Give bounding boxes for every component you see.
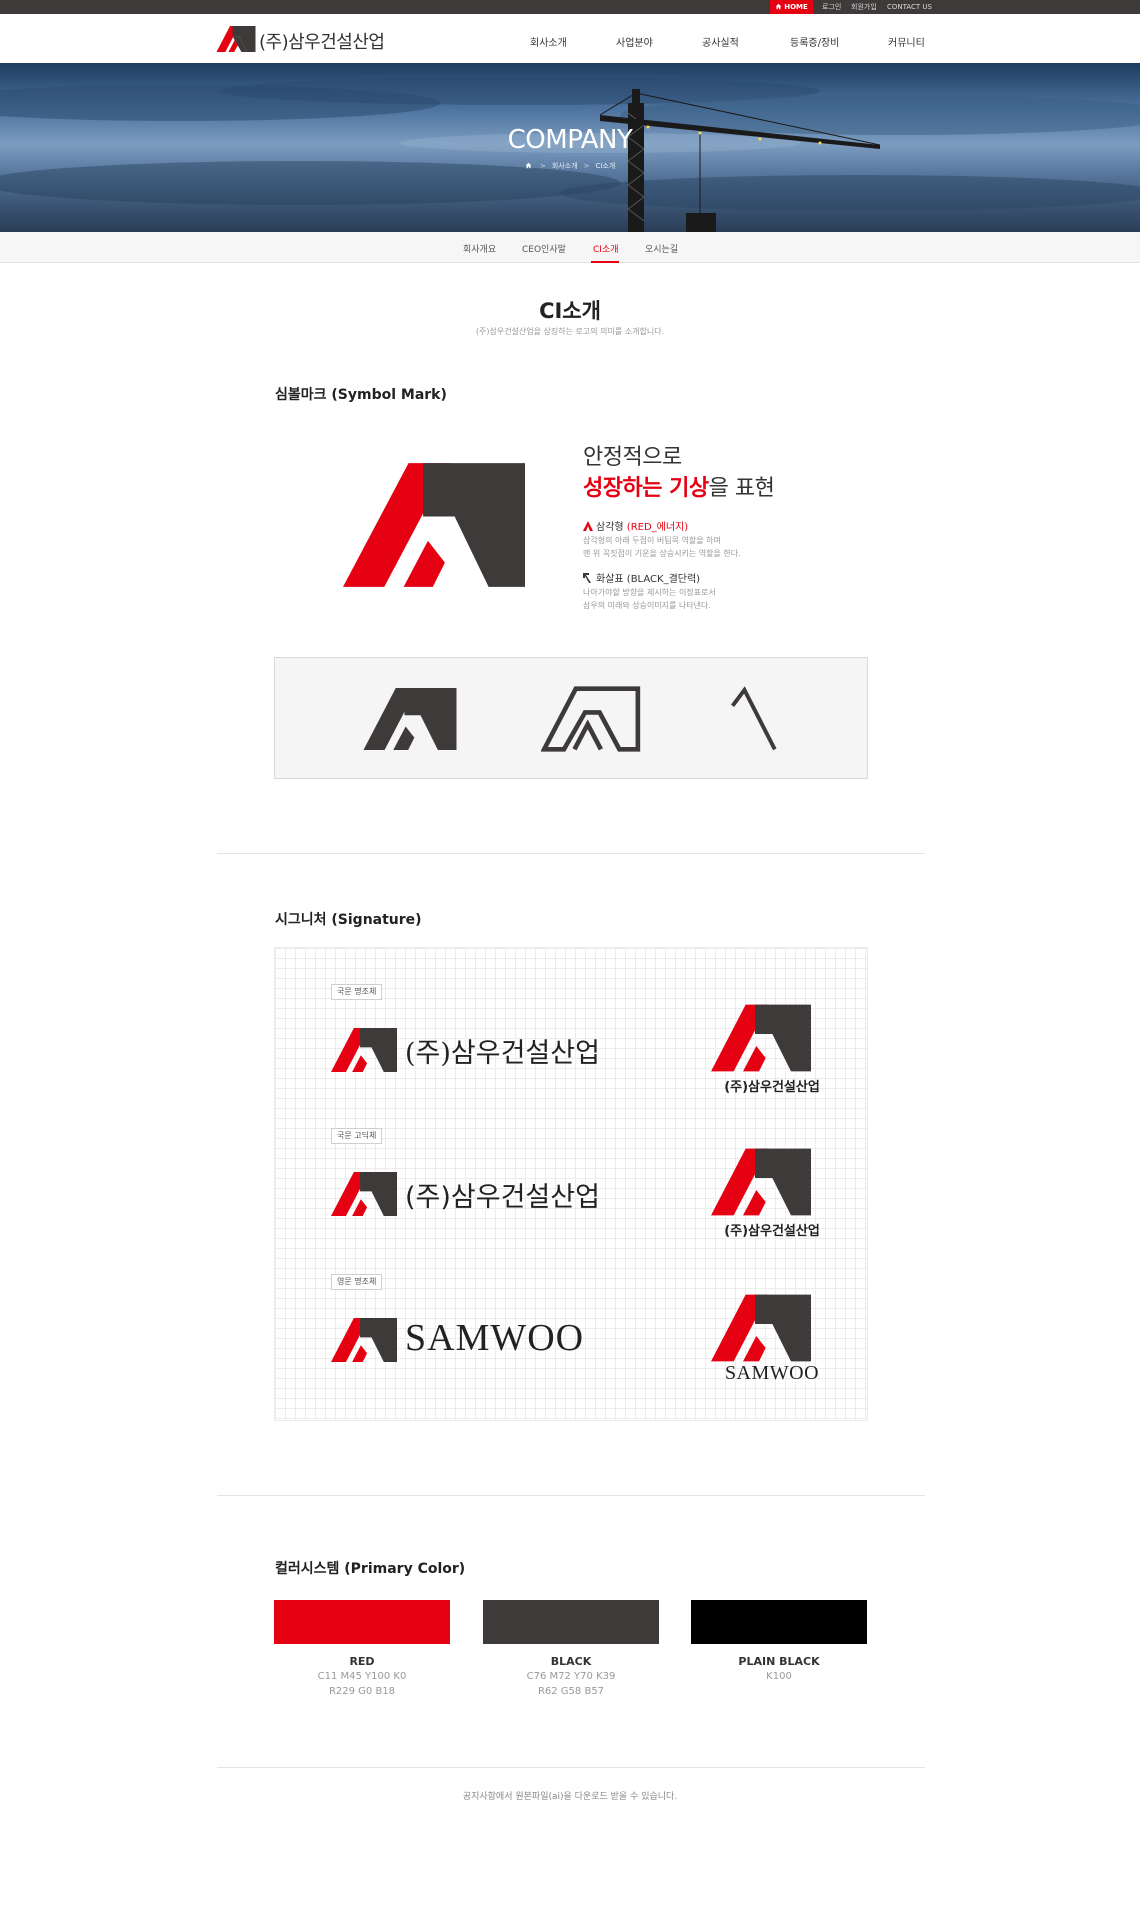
signature-text: (주)삼우건설산업 xyxy=(405,1038,600,1069)
color-cmyk: K100 xyxy=(766,1671,792,1682)
signature-section-title: 시그니처 (Signature) xyxy=(275,912,422,928)
symbol-section-title: 심볼마크 (Symbol Mark) xyxy=(275,387,447,403)
color-name: PLAIN BLACK xyxy=(738,1655,820,1668)
color-rgb: R62 G58 B57 xyxy=(537,1686,605,1697)
hero-banner: COMPANY > 회사소개 > CI소개 xyxy=(0,63,1140,232)
black-arrow-icon xyxy=(583,573,591,583)
breadcrumb-item[interactable]: CI소개 xyxy=(595,162,615,170)
sub-navigation: 회사개요 CEO인사말 CI소개 오시는길 xyxy=(0,232,1140,263)
home-link[interactable]: HOME xyxy=(770,0,813,14)
triangle-description: 삼각형의 아래 두점이 버팀목 역할을 하며 맨 위 꼭짓점이 기운을 상승시키… xyxy=(583,534,741,560)
nav-community[interactable]: 커뮤니티 xyxy=(888,34,925,49)
symbol-mark-large xyxy=(343,463,525,587)
subnav-overview[interactable]: 회사개요 xyxy=(463,242,496,255)
signature-grid-box: 국문 명조체 (주)삼우건설산업 (주)삼우건설산업 국문 고딕체 (주)삼우건… xyxy=(274,947,868,1421)
color-swatch-black xyxy=(483,1600,659,1644)
triangle-meaning-heading: 삼각형 (RED_에너지) xyxy=(583,518,688,533)
signature-small-text: (주)삼우건설산업 xyxy=(724,1224,820,1239)
logo-mark xyxy=(216,26,256,52)
signature-logo-mark xyxy=(331,1318,397,1362)
home-icon xyxy=(775,3,782,10)
breadcrumb-separator: > xyxy=(539,162,546,170)
nav-business[interactable]: 사업분야 xyxy=(616,34,653,49)
signature-logo-mark xyxy=(711,1148,811,1216)
nav-projects[interactable]: 공사실적 xyxy=(702,34,739,49)
color-rgb: R229 G0 B18 xyxy=(328,1686,396,1697)
home-icon[interactable] xyxy=(525,162,532,169)
slogan-rest: 을 표현 xyxy=(708,476,775,501)
slogan-line-1: 안정적으로 xyxy=(583,445,682,470)
breadcrumb-separator: > xyxy=(583,162,590,170)
join-link[interactable]: 회원가입 xyxy=(851,0,877,14)
slogan-line-2: 성장하는 기상을 표현 xyxy=(583,470,775,502)
description-line: 삼우의 미래와 상승이미지를 나타낸다. xyxy=(583,601,711,610)
logo-text: (주)삼우건설산업 xyxy=(259,32,385,53)
subnav-ci[interactable]: CI소개 xyxy=(593,242,619,255)
section-divider xyxy=(217,853,925,854)
signature-logo-mark xyxy=(331,1028,397,1072)
description-line: 삼각형의 아래 두점이 버팀목 역할을 하며 xyxy=(583,536,721,545)
page-title: CI소개 xyxy=(539,299,601,323)
signature-logo-mark xyxy=(331,1172,397,1216)
arrow-description: 나아가야할 방향을 제시하는 이정표로서 삼우의 미래와 상승이미지를 나타낸다… xyxy=(583,586,716,612)
signature-text: (주)삼우건설산업 xyxy=(405,1182,600,1213)
color-name: BLACK xyxy=(550,1655,592,1668)
color-section-title: 컬러시스템 (Primary Color) xyxy=(275,1561,466,1577)
home-label: HOME xyxy=(784,3,808,11)
hero-title: COMPANY xyxy=(507,125,633,155)
signature-small-text: (주)삼우건설산업 xyxy=(724,1080,820,1095)
nav-company[interactable]: 회사소개 xyxy=(530,34,567,49)
signature-tag: 국문 명조체 xyxy=(331,984,383,1000)
arrow-tag: (BLACK_결단력) xyxy=(626,574,701,585)
color-swatch-red xyxy=(274,1600,450,1644)
signature-text: SAMWOO xyxy=(405,1317,585,1359)
site-logo[interactable]: (주)삼우건설산업 xyxy=(216,26,386,54)
triangle-name: 삼각형 xyxy=(596,522,624,533)
signature-logo-mark xyxy=(711,1004,811,1072)
description-line: 맨 위 꼭짓점이 기운을 상승시키는 역할을 한다. xyxy=(583,549,741,558)
signature-tag: 국문 고딕체 xyxy=(331,1128,383,1144)
subnav-directions[interactable]: 오시는길 xyxy=(645,242,678,255)
signature-logo-mark xyxy=(711,1294,811,1362)
breadcrumb-item[interactable]: 회사소개 xyxy=(552,162,578,170)
symbol-mark-arrow xyxy=(730,686,777,751)
signature-tag: 영문 명조체 xyxy=(331,1274,383,1290)
top-utility-bar: HOME 로그인 회원가입 CONTACT US xyxy=(0,0,1140,14)
signature-small-text: SAMWOO xyxy=(724,1362,820,1384)
nav-registration[interactable]: 등록증/장비 xyxy=(790,34,839,49)
section-divider xyxy=(217,1767,925,1768)
description-line: 나아가야할 방향을 제시하는 이정표로서 xyxy=(583,588,716,597)
subnav-ceo-greeting[interactable]: CEO인사말 xyxy=(522,242,566,255)
symbol-mark-outline xyxy=(541,686,641,752)
arrow-name: 화살표 xyxy=(596,574,624,585)
symbol-mark-mono xyxy=(363,688,457,750)
arrow-meaning-heading: 화살표 (BLACK_결단력) xyxy=(583,570,700,585)
site-header: (주)삼우건설산업 회사소개 사업분야 공사실적 등록증/장비 커뮤니티 xyxy=(0,14,1140,63)
red-triangle-icon xyxy=(583,521,593,531)
color-cmyk: C76 M72 Y70 K39 xyxy=(526,1671,616,1682)
symbol-variants-box xyxy=(274,657,868,779)
download-note: 공지사항에서 원본파일(ai)을 다운로드 받을 수 있습니다. xyxy=(462,1792,678,1802)
section-divider xyxy=(217,1495,925,1496)
slogan-highlight: 성장하는 기상 xyxy=(583,476,709,501)
page-description: (주)삼우건설산업을 상징하는 로고의 의미를 소개합니다. xyxy=(475,327,665,336)
login-link[interactable]: 로그인 xyxy=(822,0,841,14)
triangle-tag: (RED_에너지) xyxy=(626,522,689,533)
breadcrumb: > 회사소개 > CI소개 xyxy=(0,161,1140,171)
active-tab-indicator xyxy=(591,261,619,263)
color-swatch-plain-black xyxy=(691,1600,867,1644)
contact-link[interactable]: CONTACT US xyxy=(887,0,932,14)
color-cmyk: C11 M45 Y100 K0 xyxy=(317,1671,407,1682)
color-name: RED xyxy=(349,1655,375,1668)
